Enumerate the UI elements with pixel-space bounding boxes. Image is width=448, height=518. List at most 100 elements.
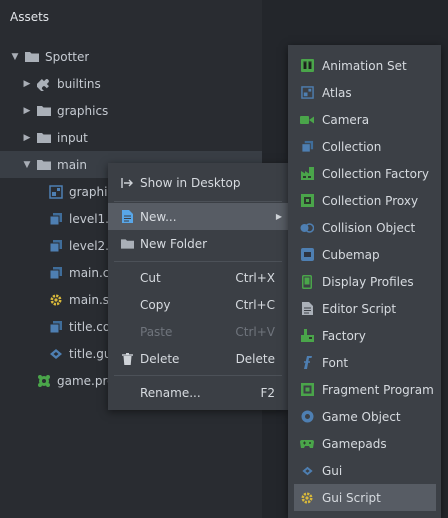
tree-item-label: Spotter bbox=[45, 49, 90, 64]
tree-item-label: main bbox=[57, 157, 87, 172]
tree-item-label: game.pro bbox=[57, 373, 115, 388]
new-submenu: Animation Set Atlas Camera Collection Co… bbox=[288, 45, 441, 518]
script-icon bbox=[48, 293, 64, 307]
new-item-label: Atlas bbox=[322, 85, 352, 100]
new-item-collection-factory[interactable]: Collection Factory bbox=[294, 160, 436, 187]
display-profiles-icon bbox=[300, 274, 314, 289]
menu-item-rename[interactable]: Rename... F2 bbox=[108, 379, 288, 406]
shortcut-label: Ctrl+C bbox=[235, 297, 275, 312]
new-item-label: Collision Object bbox=[322, 220, 416, 235]
font-icon bbox=[300, 356, 314, 370]
new-item-label: Fragment Program bbox=[322, 382, 434, 397]
collapsed-arrow-icon[interactable]: ▶ bbox=[22, 133, 32, 143]
shortcut-label: Delete bbox=[235, 351, 275, 366]
new-item-label: Collection Factory bbox=[322, 166, 430, 181]
menu-item-label: Show in Desktop bbox=[140, 175, 241, 190]
new-item-gui[interactable]: Gui bbox=[294, 457, 436, 484]
new-item-fragment-program[interactable]: Fragment Program bbox=[294, 376, 436, 403]
menu-item-delete[interactable]: Delete Delete bbox=[108, 345, 288, 372]
tree-item-label: title.gu bbox=[69, 346, 112, 361]
tree-item-input[interactable]: ▶ input bbox=[0, 124, 262, 151]
menu-item-label: New Folder bbox=[140, 236, 208, 251]
collapsed-arrow-icon[interactable]: ▶ bbox=[22, 106, 32, 116]
new-item-label: Cubemap bbox=[322, 247, 380, 262]
collection-icon bbox=[48, 239, 64, 253]
camera-icon bbox=[300, 113, 314, 127]
new-item-label: Camera bbox=[322, 112, 370, 127]
new-item-label: Collection bbox=[322, 139, 382, 154]
new-item-display-profiles[interactable]: Display Profiles bbox=[294, 268, 436, 295]
menu-item-copy[interactable]: Copy Ctrl+C bbox=[108, 291, 288, 318]
gui-icon bbox=[300, 464, 314, 478]
new-item-camera[interactable]: Camera bbox=[294, 106, 436, 133]
gui-icon bbox=[48, 347, 64, 361]
shortcut-label: F2 bbox=[260, 385, 275, 400]
show-desktop-icon bbox=[120, 176, 134, 190]
folder-icon bbox=[120, 237, 134, 251]
folder-icon bbox=[24, 50, 40, 64]
new-item-collection[interactable]: Collection bbox=[294, 133, 436, 160]
collection-factory-icon bbox=[300, 167, 314, 181]
tree-item-label: input bbox=[57, 130, 88, 145]
new-item-factory[interactable]: Factory bbox=[294, 322, 436, 349]
tree-item-spotter[interactable]: ▼ Spotter bbox=[0, 43, 262, 70]
gamepads-icon bbox=[300, 437, 314, 451]
folder-icon bbox=[36, 104, 52, 118]
new-item-collision-object[interactable]: Collision Object bbox=[294, 214, 436, 241]
menu-item-new-folder[interactable]: New Folder bbox=[108, 230, 288, 257]
new-item-gamepads[interactable]: Gamepads bbox=[294, 430, 436, 457]
menu-item-cut[interactable]: Cut Ctrl+X bbox=[108, 264, 288, 291]
tree-item-label: title.col bbox=[69, 319, 114, 334]
new-item-label: Game Object bbox=[322, 409, 401, 424]
new-item-font[interactable]: Font bbox=[294, 349, 436, 376]
atlas-icon bbox=[48, 184, 64, 199]
collection-icon bbox=[48, 212, 64, 226]
game-object-icon bbox=[300, 410, 314, 424]
collection-icon bbox=[48, 320, 64, 334]
collision-object-icon bbox=[300, 221, 314, 235]
collection-icon bbox=[300, 140, 314, 154]
collapsed-arrow-icon[interactable]: ▶ bbox=[22, 79, 32, 89]
animation-set-icon bbox=[300, 59, 314, 73]
new-item-label: Font bbox=[322, 355, 349, 370]
new-file-icon bbox=[120, 210, 134, 224]
new-item-cubemap[interactable]: Cubemap bbox=[294, 241, 436, 268]
new-item-animation-set[interactable]: Animation Set bbox=[294, 52, 436, 79]
new-item-game-object[interactable]: Game Object bbox=[294, 403, 436, 430]
menu-item-label: Copy bbox=[140, 297, 171, 312]
folder-icon bbox=[36, 131, 52, 145]
menu-item-label: Delete bbox=[140, 351, 180, 366]
expanded-arrow-icon[interactable]: ▼ bbox=[10, 52, 20, 62]
menu-item-show-in-desktop[interactable]: Show in Desktop bbox=[108, 169, 288, 196]
new-item-label: Collection Proxy bbox=[322, 193, 419, 208]
menu-item-label: Paste bbox=[140, 324, 173, 339]
new-item-atlas[interactable]: Atlas bbox=[294, 79, 436, 106]
fragment-program-icon bbox=[300, 383, 314, 397]
new-item-label: Gui bbox=[322, 463, 343, 478]
menu-separator bbox=[114, 261, 282, 262]
tree-item-builtins[interactable]: ▶ builtins bbox=[0, 70, 262, 97]
new-item-label: Display Profiles bbox=[322, 274, 414, 289]
new-item-gui-script[interactable]: Gui Script bbox=[294, 484, 436, 511]
atlas-icon bbox=[300, 86, 314, 100]
new-item-editor-script[interactable]: Editor Script bbox=[294, 295, 436, 322]
project-icon bbox=[36, 374, 52, 388]
submenu-arrow-icon: ▶ bbox=[275, 212, 282, 221]
new-item-collection-proxy[interactable]: Collection Proxy bbox=[294, 187, 436, 214]
folder-icon bbox=[36, 158, 52, 172]
tree-item-label: graphics bbox=[57, 103, 109, 118]
menu-item-new[interactable]: New... ▶ bbox=[108, 203, 288, 230]
menu-separator bbox=[114, 375, 282, 376]
menu-item-label: New... bbox=[140, 209, 177, 224]
tree-item-graphics[interactable]: ▶ graphics bbox=[0, 97, 262, 124]
menu-item-label: Cut bbox=[140, 270, 161, 285]
factory-icon bbox=[300, 329, 314, 343]
new-item-label: Editor Script bbox=[322, 301, 397, 316]
editor-script-icon bbox=[300, 302, 314, 316]
expanded-arrow-icon[interactable]: ▼ bbox=[22, 160, 32, 170]
context-menu: Show in Desktop New... ▶ New Folder Cut … bbox=[108, 163, 288, 410]
gui-script-icon bbox=[300, 491, 314, 505]
new-item-label: Gui Script bbox=[322, 490, 381, 505]
cubemap-icon bbox=[300, 248, 314, 262]
menu-separator bbox=[114, 201, 282, 202]
